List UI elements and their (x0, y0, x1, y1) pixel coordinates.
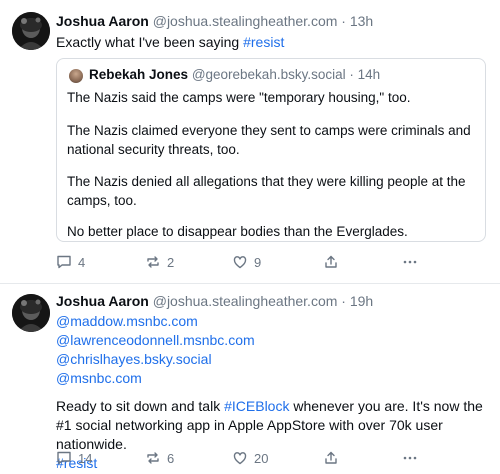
hashtag-link[interactable]: #ICEBlock (224, 398, 289, 414)
like-button[interactable]: 20 (232, 450, 268, 466)
like-button[interactable]: 9 (232, 254, 261, 270)
share-button[interactable] (323, 450, 339, 466)
share-upload-icon (325, 255, 337, 268)
ellipsis-icon (403, 260, 417, 264)
post-actions: 4 2 9 (56, 254, 496, 274)
repost-arrows-icon (147, 452, 159, 464)
author-handle[interactable]: @joshua.stealingheather.com (153, 293, 338, 309)
author-avatar[interactable] (12, 294, 50, 332)
quoted-author-handle[interactable]: @georebekah.bsky.social (192, 67, 346, 82)
reply-button[interactable]: 4 (56, 254, 85, 270)
mention-link[interactable]: @lawrenceodonnell.msnbc.com (56, 331, 255, 350)
mention-link[interactable]: @msnbc.com (56, 369, 142, 388)
quoted-paragraph: The Nazis said the camps were "temporary… (67, 90, 411, 105)
like-count: 20 (254, 450, 269, 466)
post-text-content: Ready to sit down and talk (56, 398, 225, 414)
speech-bubble-icon (57, 255, 71, 269)
author-handle[interactable]: @joshua.stealingheather.com (153, 13, 338, 29)
reply-count: 14 (78, 450, 93, 466)
ellipsis-icon (403, 456, 417, 460)
repost-button[interactable]: 2 (145, 254, 174, 270)
share-upload-icon (325, 451, 337, 464)
more-options-button[interactable] (402, 450, 418, 466)
repost-arrows-icon (147, 256, 159, 268)
reply-button[interactable]: 14 (56, 450, 92, 466)
quoted-author-name[interactable]: Rebekah Jones (89, 67, 188, 82)
repost-count: 2 (167, 254, 175, 270)
repost-button[interactable]: 6 (145, 450, 174, 466)
quoted-paragraph: No better place to disappear bodies than… (67, 224, 408, 239)
separator-dot: · (341, 293, 346, 309)
author-avatar[interactable] (12, 12, 50, 50)
quoted-paragraph: The Nazis denied all allegations that th… (67, 174, 466, 208)
quoted-author-avatar[interactable] (69, 69, 83, 83)
quoted-post-header: Rebekah Jones @georebekah.bsky.social · … (89, 67, 380, 82)
post-text-content: Exactly what I've been saying (56, 34, 244, 50)
avatar-image-icon (12, 12, 50, 50)
heart-icon (233, 452, 247, 465)
mention-link[interactable]: @maddow.msnbc.com (56, 312, 198, 331)
author-name[interactable]: Joshua Aaron (56, 293, 149, 309)
repost-count: 6 (167, 450, 175, 466)
quoted-paragraph: The Nazis claimed everyone they sent to … (67, 123, 471, 157)
share-button[interactable] (323, 254, 339, 270)
post-header: Joshua Aaron @joshua.stealingheather.com… (56, 13, 373, 29)
mention-link[interactable]: @chrislhayes.bsky.social (56, 350, 212, 369)
hashtag-link[interactable]: #resist (243, 34, 284, 50)
post-1[interactable]: Joshua Aaron @joshua.stealingheather.com… (0, 0, 500, 280)
post-2[interactable]: Joshua Aaron @joshua.stealingheather.com… (0, 284, 500, 474)
author-name[interactable]: Joshua Aaron (56, 13, 149, 29)
post-header: Joshua Aaron @joshua.stealingheather.com… (56, 293, 373, 309)
more-options-button[interactable] (402, 254, 418, 270)
avatar-image-icon (12, 294, 50, 332)
post-text: Exactly what I've been saying #resist (56, 33, 486, 52)
quoted-post[interactable]: Rebekah Jones @georebekah.bsky.social · … (56, 58, 486, 242)
separator-dot: · (349, 67, 354, 82)
speech-bubble-icon (57, 451, 71, 465)
like-count: 9 (254, 254, 262, 270)
post-timestamp[interactable]: 19h (350, 293, 373, 309)
reply-count: 4 (78, 254, 86, 270)
heart-icon (233, 256, 247, 269)
quoted-timestamp[interactable]: 14h (358, 67, 381, 82)
separator-dot: · (341, 13, 346, 29)
post-timestamp[interactable]: 13h (350, 13, 373, 29)
post-actions: 14 6 20 (56, 450, 496, 470)
